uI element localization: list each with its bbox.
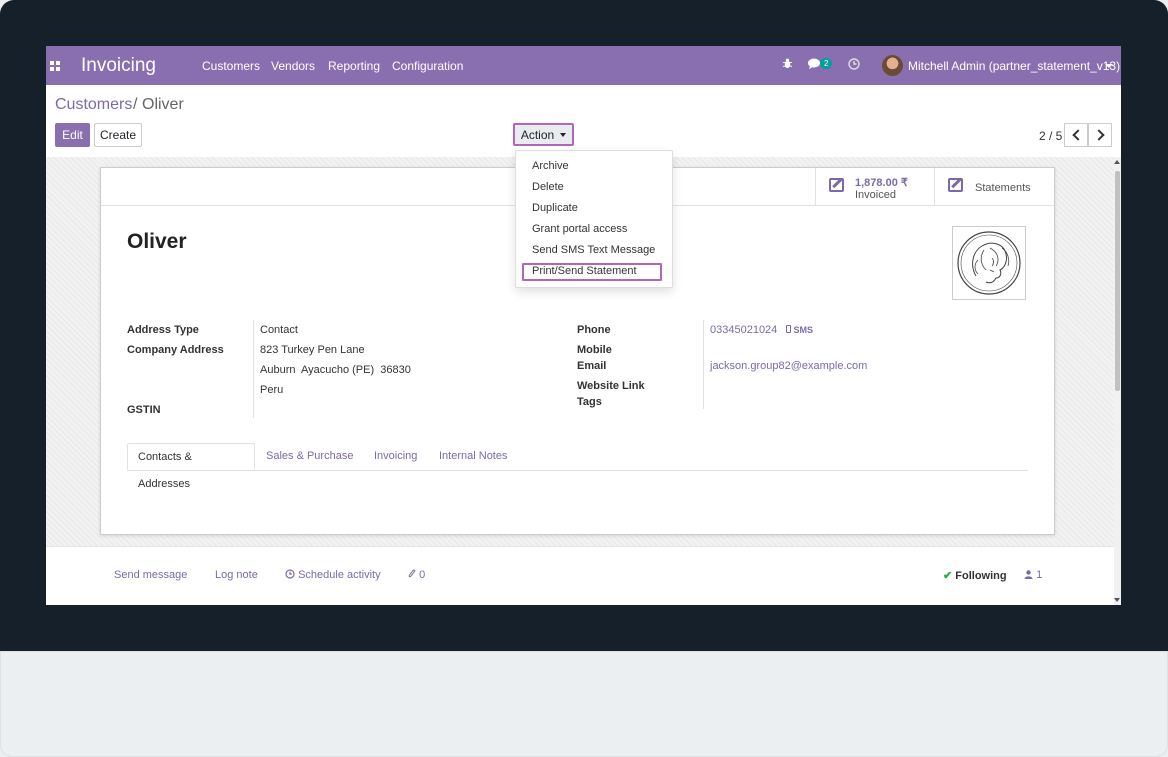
edit-button[interactable]: Edit (55, 123, 90, 147)
tab-contacts-addresses[interactable]: Contacts & Addresses (127, 443, 255, 490)
address-type-label: Address Type (127, 324, 199, 336)
send-message-button[interactable]: Send message (114, 569, 187, 581)
followers-button[interactable]: 1 (1024, 569, 1042, 581)
schedule-activity-label: Schedule activity (298, 569, 381, 581)
menu-item-grant-portal-access[interactable]: Grant portal access (532, 223, 627, 235)
sms-button[interactable]: SMS (786, 325, 813, 335)
menu-vendors[interactable]: Vendors (271, 59, 315, 73)
street-value: 823 Turkey Pen Lane (260, 344, 365, 356)
following-button[interactable]: ✔ Following (943, 569, 1007, 582)
partner-image[interactable] (952, 226, 1026, 300)
field-separator (253, 320, 254, 418)
create-button[interactable]: Create (94, 123, 142, 147)
tab-sales-purchase[interactable]: Sales & Purchase (256, 443, 363, 470)
statements-label: Statements (975, 182, 1031, 194)
statements-smart-button[interactable]: Statements (934, 168, 1055, 205)
control-panel: Customers / Oliver Edit Create Action 2 … (46, 85, 1121, 158)
field-separator (703, 320, 704, 409)
pager-counter: 2 / 5 (1039, 129, 1063, 143)
tab-invoicing[interactable]: Invoicing (364, 443, 427, 470)
menu-item-delete[interactable]: Delete (532, 181, 564, 193)
menu-item-duplicate[interactable]: Duplicate (532, 202, 578, 214)
action-button-label: Action (520, 127, 555, 142)
scroll-up-arrow-icon[interactable] (1114, 160, 1120, 164)
monitor-base (0, 651, 1168, 757)
following-label: Following (955, 570, 1007, 582)
phone-link[interactable]: 03345021024 (710, 324, 777, 336)
activity-clock-icon[interactable] (848, 58, 860, 73)
menu-item-send-sms[interactable]: Send SMS Text Message (532, 244, 655, 256)
user-menu[interactable]: Mitchell Admin (partner_statement_v13) (908, 59, 1120, 73)
pager-previous-button[interactable] (1064, 123, 1088, 147)
scrollbar-thumb[interactable] (1115, 171, 1120, 391)
notebook-tabs: Contacts & Addresses Sales & Purchase In… (127, 443, 1028, 490)
action-dropdown-menu: Archive Delete Duplicate Grant portal ac… (515, 150, 673, 288)
breadcrumb-separator: / (133, 96, 138, 113)
clock-icon (285, 569, 295, 579)
user-icon (1024, 570, 1033, 579)
user-caret-icon[interactable] (1105, 64, 1113, 68)
messages-badge: 2 (820, 58, 833, 69)
app-screen: Invoicing Customers Vendors Reporting Co… (46, 46, 1121, 605)
app-brand[interactable]: Invoicing (81, 55, 156, 77)
menu-customers[interactable]: Customers (202, 59, 260, 73)
chevron-right-icon (1092, 129, 1105, 141)
partner-name: Oliver (127, 230, 187, 253)
invoiced-smart-button[interactable]: 1,878.00 ₹ Invoiced (815, 168, 935, 205)
log-note-button[interactable]: Log note (215, 569, 258, 581)
pencil-square-icon (948, 178, 963, 192)
paperclip-icon (408, 569, 416, 578)
chatter-bar: Send message Log note Schedule activity … (46, 546, 1114, 605)
attachments-button[interactable]: 0 (408, 569, 425, 581)
company-address-label: Company Address (127, 344, 224, 356)
attachments-count: 0 (419, 569, 426, 581)
apps-menu-icon[interactable] (50, 61, 60, 71)
schedule-activity-button[interactable]: Schedule activity (285, 569, 381, 581)
country-value: Peru (260, 384, 284, 396)
email-link[interactable]: jackson.group82@example.com (710, 360, 867, 372)
address-type-value: Contact (260, 324, 298, 336)
website-label: Website Link (577, 380, 645, 392)
breadcrumb-current: Oliver (142, 96, 184, 113)
caret-down-icon (560, 132, 567, 137)
menu-item-print-send-statement[interactable]: Print/Send Statement (532, 265, 637, 277)
invoiced-amount: 1,878.00 ₹ (855, 177, 908, 189)
mobile-icon (786, 325, 791, 333)
pager-next-button[interactable] (1088, 123, 1112, 147)
followers-count: 1 (1036, 569, 1043, 581)
email-label: Email (577, 360, 607, 372)
action-button[interactable]: Action (513, 123, 574, 146)
city-line-value: Auburn Ayacucho (PE) 36830 (260, 364, 411, 376)
phone-label: Phone (577, 324, 611, 336)
pencil-square-icon (829, 178, 844, 192)
mobile-label: Mobile (577, 344, 612, 356)
user-avatar[interactable] (882, 55, 903, 76)
invoiced-label: Invoiced (855, 189, 896, 201)
menu-reporting[interactable]: Reporting (328, 59, 380, 73)
breadcrumb-customers[interactable]: Customers (55, 96, 132, 114)
scroll-down-arrow-icon[interactable] (1114, 598, 1120, 602)
check-icon: ✔ (943, 570, 953, 582)
tags-label: Tags (577, 396, 602, 408)
menu-configuration[interactable]: Configuration (392, 59, 463, 73)
chevron-left-icon (1071, 129, 1084, 141)
top-navbar: Invoicing Customers Vendors Reporting Co… (46, 46, 1121, 85)
partner-logo-icon (957, 231, 1021, 295)
tab-internal-notes[interactable]: Internal Notes (429, 443, 517, 470)
sms-label: SMS (793, 325, 814, 335)
gstin-label: GSTIN (127, 404, 161, 416)
debug-bug-icon[interactable] (782, 58, 793, 72)
menu-item-archive[interactable]: Archive (532, 160, 569, 172)
